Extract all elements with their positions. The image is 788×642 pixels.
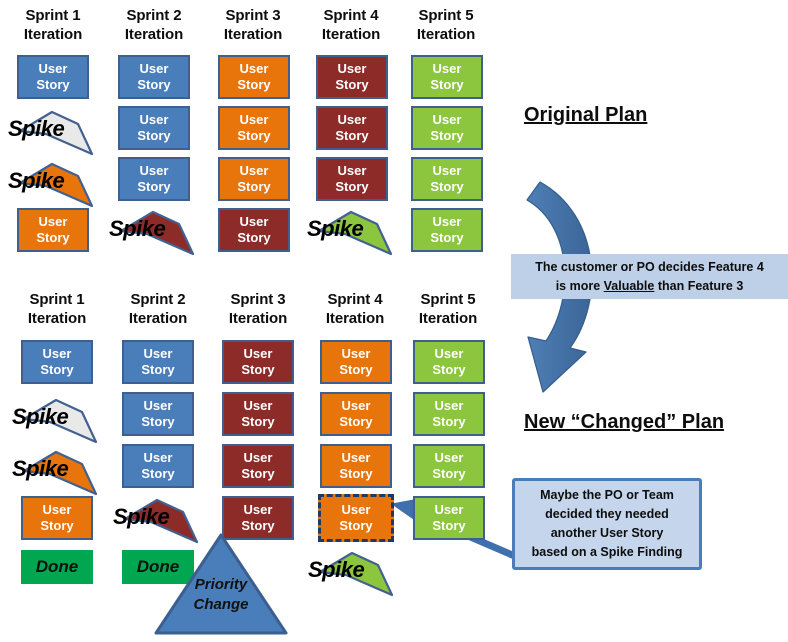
user-story-card[interactable]: User Story	[320, 340, 392, 384]
column-title: Sprint 4	[323, 7, 379, 24]
user-story-card[interactable]: User Story	[316, 55, 388, 99]
user-story-card[interactable]: User Story	[122, 392, 194, 436]
column-subtitle: Iteration	[27, 310, 87, 327]
user-story-card[interactable]: User Story	[411, 55, 483, 99]
column-title: Sprint 1	[25, 7, 81, 24]
user-story-card[interactable]: User Story	[218, 106, 290, 150]
callout-line-2: decided they needed	[545, 507, 669, 521]
user-story-card[interactable]: User Story	[413, 496, 485, 540]
user-story-card[interactable]: User Story	[118, 106, 190, 150]
top-column-header-sprint-2: Sprint 2 Iteration	[99, 6, 209, 44]
user-story-card[interactable]: User Story	[320, 392, 392, 436]
user-story-card[interactable]: User Story	[320, 444, 392, 488]
spike-marker[interactable]: Spike	[10, 392, 110, 444]
top-column-header-sprint-3: Sprint 3 Iteration	[198, 6, 308, 44]
spike-marker[interactable]: Spike	[306, 545, 406, 597]
callout-value-change: The customer or PO decides Feature 4 is …	[511, 254, 788, 299]
user-story-card[interactable]: User Story	[21, 496, 93, 540]
column-title: Sprint 3	[230, 291, 286, 308]
column-subtitle: Iteration	[321, 26, 381, 43]
spike-marker[interactable]: Spike	[6, 104, 106, 156]
spike-label: Spike	[307, 216, 364, 241]
user-story-card[interactable]: User Story	[413, 392, 485, 436]
spike-marker[interactable]: Spike	[6, 156, 106, 208]
user-story-card[interactable]: User Story	[218, 55, 290, 99]
bottom-column-header-sprint-5: Sprint 5 Iteration	[393, 290, 503, 328]
callout-line-1: The customer or PO decides Feature 4	[535, 259, 764, 274]
user-story-card[interactable]: User Story	[222, 340, 294, 384]
column-title: Sprint 2	[130, 291, 186, 308]
column-subtitle: Iteration	[418, 310, 478, 327]
user-story-card[interactable]: User Story	[122, 340, 194, 384]
new-changed-plan-title: New “Changed” Plan	[524, 411, 725, 433]
column-subtitle: Iteration	[128, 310, 188, 327]
user-story-card[interactable]: User Story	[17, 208, 89, 252]
spike-label: Spike	[12, 456, 69, 481]
column-subtitle: Iteration	[124, 26, 184, 43]
user-story-card[interactable]: User Story	[411, 157, 483, 201]
user-story-card[interactable]: User Story	[411, 106, 483, 150]
bottom-column-header-sprint-3: Sprint 3 Iteration	[203, 290, 313, 328]
top-column-header-sprint-4: Sprint 4 Iteration	[296, 6, 406, 44]
diagram-canvas: Sprint 1 Iteration Sprint 2 Iteration Sp…	[0, 0, 788, 640]
user-story-card[interactable]: User Story	[218, 157, 290, 201]
column-subtitle: Iteration	[223, 26, 283, 43]
bottom-column-header-sprint-2: Sprint 2 Iteration	[103, 290, 213, 328]
valuable-emphasis: Valuable	[603, 278, 655, 293]
user-story-card[interactable]: User Story	[413, 340, 485, 384]
done-label: Done	[35, 557, 79, 576]
user-story-card[interactable]: User Story	[222, 444, 294, 488]
callout-extra-user-story: Maybe the PO or Team decided they needed…	[512, 478, 702, 570]
spike-marker[interactable]: Spike	[107, 204, 207, 256]
spike-marker[interactable]: Spike	[305, 204, 405, 256]
callout-line-1: Maybe the PO or Team	[540, 488, 674, 502]
user-story-card[interactable]: User Story	[21, 340, 93, 384]
user-story-card[interactable]: User Story	[316, 106, 388, 150]
user-story-card[interactable]: User Story	[118, 55, 190, 99]
priority-change-label: Priority Change	[193, 576, 249, 613]
callout-line-2: is more Valuable than Feature 3	[555, 278, 744, 293]
column-title: Sprint 1	[29, 291, 85, 308]
column-subtitle: Iteration	[23, 26, 83, 43]
spike-label: Spike	[8, 116, 65, 141]
user-story-card[interactable]: User Story	[118, 157, 190, 201]
callout-line-4: based on a Spike Finding	[531, 545, 683, 559]
priority-change-triangle[interactable]: Priority Change	[152, 531, 290, 637]
user-story-card[interactable]: User Story	[17, 55, 89, 99]
top-column-header-sprint-5: Sprint 5 Iteration	[391, 6, 501, 44]
user-story-card-highlighted[interactable]: User Story	[318, 494, 394, 542]
user-story-card[interactable]: User Story	[411, 208, 483, 252]
spike-label: Spike	[8, 168, 65, 193]
spike-label: Spike	[113, 504, 170, 529]
column-title: Sprint 5	[418, 7, 474, 24]
spike-label: Spike	[109, 216, 166, 241]
user-story-card[interactable]: User Story	[222, 392, 294, 436]
spike-marker[interactable]: Spike	[10, 444, 110, 496]
user-story-card[interactable]: User Story	[218, 208, 290, 252]
done-marker[interactable]: Done	[21, 550, 93, 584]
bottom-column-header-sprint-1: Sprint 1 Iteration	[2, 290, 112, 328]
user-story-card[interactable]: User Story	[316, 157, 388, 201]
column-subtitle: Iteration	[228, 310, 288, 327]
column-title: Sprint 2	[126, 7, 182, 24]
callout-line-3: another User Story	[550, 526, 664, 540]
user-story-card[interactable]: User Story	[122, 444, 194, 488]
user-story-card[interactable]: User Story	[413, 444, 485, 488]
top-column-header-sprint-1: Sprint 1 Iteration	[0, 6, 108, 44]
column-subtitle: Iteration	[416, 26, 476, 43]
spike-label: Spike	[12, 404, 69, 429]
column-title: Sprint 3	[225, 7, 281, 24]
column-title: Sprint 5	[420, 291, 476, 308]
original-plan-title: Original Plan	[524, 104, 648, 126]
spike-label: Spike	[308, 557, 365, 582]
